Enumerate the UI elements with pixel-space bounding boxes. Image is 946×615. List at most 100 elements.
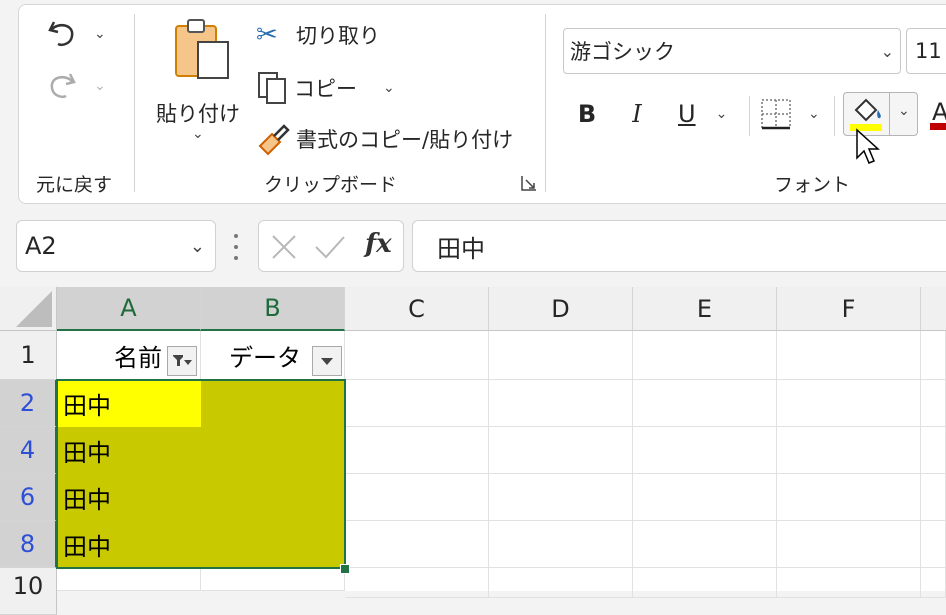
underline-button[interactable]: U ⌄ [672,96,738,132]
row-header-6[interactable]: 6 [0,474,57,521]
empty-cell[interactable] [489,474,633,521]
empty-cell[interactable] [489,568,633,598]
empty-cell[interactable] [633,427,777,474]
chevron-down-icon[interactable]: ⌄ [808,106,820,122]
chevron-down-icon[interactable]: ⌄ [383,80,395,96]
row-header-8[interactable]: 8 [0,521,57,568]
cut-button[interactable]: ✂ 切り取り [256,18,380,52]
divider [134,14,135,192]
empty-cell[interactable] [633,521,777,568]
empty-cell[interactable] [921,427,946,474]
column-header-c[interactable]: C [345,287,489,331]
empty-cell[interactable] [921,521,946,568]
formula-input[interactable]: 田中 [412,220,946,272]
empty-cell[interactable] [345,380,489,427]
formula-actions: fx [258,220,404,272]
font-color-button[interactable]: A [928,92,946,136]
empty-cell[interactable] [921,568,946,598]
empty-cell[interactable] [345,331,489,380]
divider [545,14,546,192]
empty-cell[interactable] [777,427,921,474]
paste-label: 貼り付け [156,102,240,126]
font-size-select[interactable]: 11 [906,28,946,74]
font-name-value: 游ゴシック [570,40,675,64]
chevron-down-icon[interactable]: ⌄ [192,126,204,142]
empty-cell[interactable] [921,380,946,427]
filter-button-a[interactable] [167,346,197,376]
empty-cell[interactable] [345,427,489,474]
chevron-down-icon: ⌄ [94,78,106,94]
divider [889,93,890,135]
empty-cell[interactable] [777,521,921,568]
fill-handle[interactable] [340,564,350,574]
header-data-label: データ [229,343,301,372]
borders-icon [761,99,791,130]
empty-cell[interactable] [777,568,921,598]
format-painter-icon [258,124,290,156]
column-header-b[interactable]: B [201,287,345,331]
empty-cell[interactable] [921,331,946,380]
format-painter-label: 書式のコピー/貼り付け [296,128,514,152]
clipboard-group-label: クリップボード [264,174,398,196]
row-header-4[interactable]: 4 [0,427,57,474]
empty-cell[interactable] [633,380,777,427]
empty-cell[interactable] [345,521,489,568]
row-header-10[interactable]: 10 [0,568,57,615]
font-name-select[interactable]: 游ゴシック ⌄ [563,28,901,74]
bold-button[interactable]: B [570,96,604,132]
name-box[interactable]: A2 ⌄ [16,220,216,272]
copy-button[interactable]: コピー ⌄ [256,70,395,106]
redo-icon [50,73,76,98]
empty-cell[interactable] [489,427,633,474]
chevron-down-icon[interactable]: ⌄ [898,103,910,119]
underline-label: U [678,100,696,128]
empty-cell[interactable] [57,568,201,591]
empty-cell[interactable] [489,380,633,427]
empty-cell[interactable] [777,474,921,521]
column-header-g[interactable] [921,287,946,331]
paste-button[interactable]: 貼り付け ⌄ [152,14,244,150]
mouse-cursor-icon [856,128,880,164]
empty-cell[interactable] [633,331,777,380]
undo-button[interactable]: ⌄ [44,14,114,54]
filter-button-b[interactable] [312,346,342,376]
empty-cell[interactable] [921,474,946,521]
column-header-e[interactable]: E [633,287,777,331]
borders-button[interactable]: ⌄ [760,96,830,132]
row-header-1[interactable]: 1 [0,331,57,380]
name-box-value: A2 [25,232,57,260]
empty-cell[interactable] [489,521,633,568]
empty-cell[interactable] [201,568,345,591]
undo-group-label: 元に戻す [36,174,113,196]
format-painter-button[interactable]: 書式のコピー/貼り付け [256,122,513,156]
empty-cell[interactable] [633,474,777,521]
insert-function-button[interactable]: fx [365,229,392,259]
redo-button: ⌄ [44,66,114,106]
dialog-launcher-icon[interactable] [520,174,538,192]
empty-cell[interactable] [633,568,777,598]
font-group-label: フォント [774,174,851,196]
formula-content: 田中 [437,234,485,263]
empty-cell[interactable] [777,331,921,380]
column-header-d[interactable]: D [489,287,633,331]
select-all-triangle-icon [16,291,52,327]
selection-border [56,379,346,569]
italic-button[interactable]: I [620,96,654,132]
formula-bar-grip-icon[interactable] [233,234,239,260]
cancel-icon[interactable] [269,232,299,262]
copy-label: コピー [294,77,357,101]
column-header-a[interactable]: A [57,287,201,331]
empty-cell[interactable] [489,331,633,380]
divider [749,96,750,136]
chevron-down-icon[interactable]: ⌄ [94,26,106,42]
chevron-down-icon[interactable]: ⌄ [716,106,728,122]
column-header-f[interactable]: F [777,287,921,331]
empty-cell[interactable] [777,380,921,427]
empty-cell[interactable] [345,474,489,521]
empty-cell[interactable] [345,568,489,598]
header-name-label: 名前 [114,343,162,372]
enter-check-icon[interactable] [313,232,347,262]
clipboard-icon [175,19,229,79]
select-all-button[interactable] [0,287,57,331]
row-header-2[interactable]: 2 [0,380,57,427]
